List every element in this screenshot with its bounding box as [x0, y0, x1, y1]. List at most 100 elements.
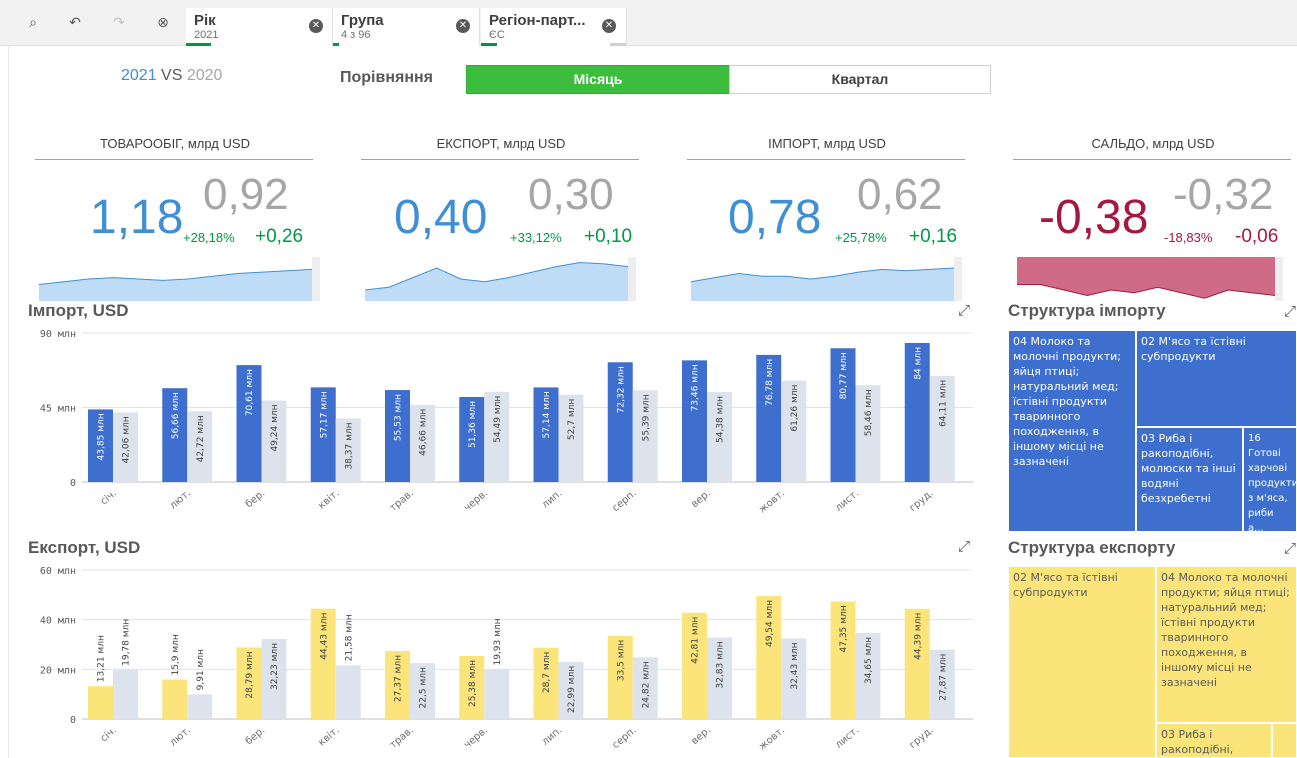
sparkline-scrollbar — [628, 257, 636, 301]
filter-chip-region[interactable]: Регіон-парт... ЄС ✕ — [481, 8, 627, 46]
y-tick-label: 20 млн — [40, 665, 76, 676]
kpi-delta: +0,26 — [255, 226, 304, 247]
treemap-cell[interactable]: 04 Молоко та молочні продукти; яйця птиц… — [1156, 566, 1297, 723]
quarter-toggle-button[interactable]: Квартал — [729, 65, 991, 94]
y-tick-label: 60 млн — [40, 566, 76, 577]
kpi-import[interactable]: ІМПОРТ, млрд USD 0,78 0,62 +25,78% +0,16 — [687, 130, 987, 305]
treemap-cell[interactable]: 03 Риба і ракоподібні, молюски та інші в… — [1136, 427, 1243, 532]
bar-data-label: 57,17 млн — [319, 391, 329, 438]
kpi-sparkline — [690, 257, 962, 301]
export-chart-title: Експорт, USD — [28, 538, 141, 557]
bar-data-label: 49,54 млн — [765, 600, 775, 647]
vs-label: VS — [161, 67, 183, 84]
kpi-sparkline — [364, 257, 636, 301]
bar-data-label: 84 млн — [913, 347, 923, 380]
kpi-turnover[interactable]: ТОВАРООБІГ, млрд USD 1,18 0,92 +28,18% +… — [35, 130, 335, 305]
divider — [687, 159, 965, 160]
treemap-cell[interactable]: 02 М'ясо та їстівні субпродукти — [1136, 330, 1297, 427]
bar-data-label: 54,49 млн — [493, 396, 503, 443]
bar-data-label: 70,61 млн — [245, 369, 255, 416]
expand-icon[interactable]: ⤢ — [958, 301, 970, 319]
divider — [1013, 159, 1291, 160]
divider — [35, 159, 313, 160]
bar-data-label: 57,14 млн — [542, 391, 552, 438]
clear-selections-icon[interactable]: ⊗ — [154, 14, 172, 32]
sparkline-area — [1017, 257, 1275, 299]
import-chart-title: Імпорт, USD — [28, 301, 129, 320]
x-tick-label: трав. — [388, 725, 416, 751]
kpi-previous: 0,30 — [528, 170, 614, 219]
bar-data-label: 42,81 млн — [691, 617, 701, 664]
kpi-previous: -0,32 — [1173, 170, 1274, 219]
x-tick-label: вер. — [689, 725, 713, 747]
filter-name: Рік — [194, 12, 216, 29]
expand-icon[interactable]: ⤢ — [1284, 302, 1296, 320]
bar-previous[interactable] — [484, 669, 510, 719]
kpi-current: 0,78 — [728, 191, 822, 244]
filter-chip-year[interactable]: Рік 2021 ✕ — [186, 8, 333, 46]
bar-data-label: 19,78 млн — [122, 619, 132, 666]
import-structure-treemap[interactable]: 04 Молоко та молочні продукти; яйця птиц… — [1008, 330, 1297, 532]
kpi-export[interactable]: ЕКСПОРТ, млрд USD 0,40 0,30 +33,12% +0,1… — [361, 130, 661, 305]
treemap-cell[interactable]: 04 Молоко та молочні продукти; яйця птиц… — [1008, 330, 1136, 532]
bar-data-label: 25,38 млн — [468, 660, 478, 707]
bar-data-label: 32,83 млн — [716, 641, 726, 688]
bar-data-label: 47,35 млн — [839, 605, 849, 652]
close-icon[interactable]: ✕ — [456, 19, 470, 33]
bar-data-label: 56,66 млн — [171, 392, 181, 439]
expand-icon[interactable]: ⤢ — [1284, 539, 1296, 557]
bar-previous[interactable] — [187, 694, 213, 719]
bar-data-label: 51,36 млн — [468, 401, 478, 448]
kpi-delta: +0,10 — [584, 226, 633, 247]
year-current: 2021 — [121, 67, 157, 84]
filter-value: 4 з 96 — [341, 29, 371, 41]
month-toggle-button[interactable]: Місяць — [466, 65, 730, 94]
kpi-delta: -0,06 — [1235, 226, 1279, 247]
bar-current[interactable] — [162, 679, 188, 719]
treemap-cell[interactable]: 03 Риба і ракоподібні, мол... — [1156, 723, 1272, 758]
x-tick-label: черв. — [462, 725, 490, 751]
export-bar-chart[interactable]: 0 20 млн 40 млн 60 млн 13,21 млн 19,78 млн січ… — [28, 562, 978, 758]
kpi-current: 1,18 — [90, 191, 184, 244]
x-tick-label: черв. — [462, 488, 490, 514]
x-tick-label: лист. — [833, 725, 861, 751]
x-tick-label: бер. — [244, 488, 268, 510]
bar-data-label: 42,72 млн — [196, 415, 206, 462]
filter-value: ЄС — [489, 29, 505, 41]
bar-data-label: 19,93 млн — [493, 618, 503, 665]
search-selections-icon[interactable]: ⌕ — [24, 14, 42, 32]
bar-data-label: 55,53 млн — [394, 394, 404, 441]
bar-current[interactable] — [88, 686, 113, 719]
bar-previous[interactable] — [113, 669, 138, 719]
bar-data-label: 54,38 млн — [716, 396, 726, 443]
kpi-balance[interactable]: САЛЬДО, млрд USD -0,38 -0,32 -18,83% -0,… — [1013, 130, 1297, 305]
step-forward-icon[interactable]: ↷ — [110, 14, 128, 32]
close-icon[interactable]: ✕ — [602, 19, 616, 33]
bar-data-label: 33,5 млн — [616, 640, 626, 681]
x-tick-label: лип. — [540, 725, 564, 748]
kpi-pct: +33,12% — [510, 230, 562, 245]
import-bar-chart[interactable]: 0 45 млн 90 млн 43,85 млн 42,06 млн січ. 56,66… — [28, 325, 978, 520]
treemap-cell[interactable]: 02 М'ясо та їстівні субпродукти — [1008, 566, 1156, 758]
close-icon[interactable]: ✕ — [309, 19, 323, 33]
kpi-pct: +28,18% — [183, 230, 235, 245]
y-tick-label: 40 млн — [40, 616, 76, 627]
bar-data-label: 46,66 млн — [419, 409, 429, 456]
treemap-cell[interactable] — [1272, 723, 1297, 758]
bar-data-label: 43,85 млн — [97, 413, 107, 460]
x-tick-label: січ. — [98, 487, 119, 507]
bar-previous[interactable] — [335, 665, 361, 719]
filter-chip-group[interactable]: Група 4 з 96 ✕ — [333, 8, 480, 46]
x-tick-label: квіт. — [316, 724, 342, 748]
bar-data-label: 28,7 млн — [542, 652, 552, 693]
sparkline-scrollbar — [1275, 257, 1283, 301]
x-tick-label: груд. — [907, 488, 935, 514]
treemap-cell[interactable]: 16 Готові харчові продукти з м'яса, риби… — [1243, 427, 1297, 532]
step-back-icon[interactable]: ↶ — [66, 14, 84, 32]
kpi-pct: -18,83% — [1164, 230, 1213, 245]
bar-data-label: 22,99 млн — [567, 666, 577, 713]
export-structure-treemap[interactable]: 02 М'ясо та їстівні субпродукти 04 Молок… — [1008, 566, 1297, 758]
x-tick-label: груд. — [907, 725, 935, 751]
expand-icon[interactable]: ⤢ — [958, 537, 970, 555]
kpi-previous: 0,62 — [857, 170, 943, 219]
